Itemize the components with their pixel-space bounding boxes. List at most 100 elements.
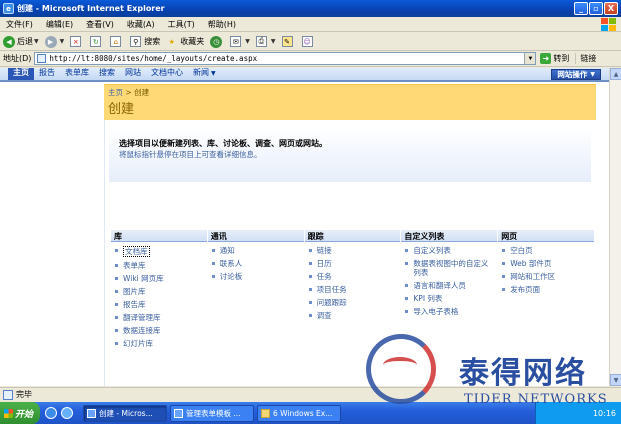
address-label: 地址(D) xyxy=(3,54,32,63)
taskbar-item-create[interactable]: 创建 - Micros... xyxy=(83,404,167,422)
page-status-icon xyxy=(3,389,13,400)
home-button[interactable]: ⌂ xyxy=(110,36,124,47)
clock: 10:16 xyxy=(592,408,616,418)
menu-file[interactable]: 文件(F) xyxy=(6,19,33,30)
bullet-icon xyxy=(115,316,118,319)
address-input[interactable]: http://lt:8080/sites/home/_layouts/creat… xyxy=(34,52,537,65)
create-item-picture-library[interactable]: 图片库 xyxy=(115,287,207,296)
mail-button[interactable]: ✉ ▼ xyxy=(230,36,250,47)
create-item-form-library[interactable]: 表单库 xyxy=(115,261,207,270)
go-arrow-icon: ➜ xyxy=(540,53,552,64)
refresh-button[interactable]: ↻ xyxy=(90,36,104,47)
create-item-report-library[interactable]: 报告库 xyxy=(115,300,207,309)
left-nav-area xyxy=(0,84,104,386)
create-item-custom-list[interactable]: 自定义列表 xyxy=(405,246,497,255)
go-button[interactable]: ➜ 转到 xyxy=(540,53,569,64)
history-button[interactable]: ◷ xyxy=(210,35,224,48)
forward-button[interactable]: ▶ ▼ xyxy=(44,35,65,48)
create-item-document-library[interactable]: 文档库 xyxy=(115,246,207,257)
minimize-button[interactable]: _ xyxy=(574,2,588,15)
vertical-scrollbar[interactable]: ▲ ▼ xyxy=(609,68,621,386)
menu-favorites[interactable]: 收藏(A) xyxy=(127,19,155,30)
bullet-icon xyxy=(115,290,118,293)
ie-window-icon xyxy=(87,408,96,418)
create-item-import-spreadsheet[interactable]: 导入电子表格 xyxy=(405,307,497,316)
create-item-survey[interactable]: 调查 xyxy=(308,311,401,320)
status-bar: 完毕 xyxy=(0,387,621,401)
messenger-button[interactable]: ☺ xyxy=(301,36,316,47)
create-item-slide-library[interactable]: 幻灯片库 xyxy=(115,339,207,348)
search-button[interactable]: ⚲ 搜索 xyxy=(130,36,160,47)
create-item-languages-translators[interactable]: 语言和翻译人员 xyxy=(405,281,497,290)
tab-news[interactable]: 新闻 ▼ xyxy=(188,68,221,80)
refresh-icon: ↻ xyxy=(90,36,102,47)
create-item-wiki-library[interactable]: Wiki 网页库 xyxy=(115,274,207,283)
create-item-basic-page[interactable]: 空白页 xyxy=(502,246,594,255)
menu-view[interactable]: 查看(V) xyxy=(86,19,114,30)
ie-quicklaunch-icon[interactable] xyxy=(45,407,57,419)
create-item-data-connection-library[interactable]: 数据连接库 xyxy=(115,326,207,335)
bullet-icon xyxy=(115,249,118,252)
create-item-custom-list-datasheet[interactable]: 数据表视图中的自定义列表 xyxy=(405,259,497,277)
edit-button[interactable]: ✎ xyxy=(281,36,296,47)
intro-hint: 将鼠标指针悬停在项目上可查看详细信息。 xyxy=(119,150,262,159)
taskbar-item-explorer[interactable]: 6 Windows Ex... xyxy=(257,404,341,422)
create-item-publishing-page[interactable]: 发布页面 xyxy=(502,285,594,294)
create-item-project-tasks[interactable]: 项目任务 xyxy=(308,285,401,294)
back-button[interactable]: ◀ 后退 ▼ xyxy=(3,35,39,48)
breadcrumb-home-link[interactable]: 主页 xyxy=(108,88,123,97)
tab-reports[interactable]: 报告 xyxy=(34,68,60,80)
maximize-button[interactable]: ▫ xyxy=(589,2,603,15)
start-button[interactable]: 开始 xyxy=(0,402,40,424)
site-actions-button[interactable]: 网站操作 ▼ xyxy=(551,69,601,80)
links-button[interactable]: 链接 xyxy=(575,53,596,64)
tab-document-center[interactable]: 文档中心 xyxy=(146,68,188,80)
tab-search[interactable]: 搜索 xyxy=(94,68,120,80)
category-communications: 通讯 通知 联系人 讨论板 xyxy=(207,230,304,386)
search-icon: ⚲ xyxy=(130,36,142,47)
scroll-down-icon[interactable]: ▼ xyxy=(610,374,621,386)
scroll-up-icon[interactable]: ▲ xyxy=(610,68,621,80)
mail-dropdown-icon[interactable]: ▼ xyxy=(245,38,250,45)
create-item-tasks[interactable]: 任务 xyxy=(308,272,401,281)
bullet-icon xyxy=(211,249,215,252)
taskbar-item-form-templates[interactable]: 管理表单模板 ... xyxy=(170,404,254,422)
create-item-calendar[interactable]: 日历 xyxy=(308,259,401,268)
create-item-issue-tracking[interactable]: 问题跟踪 xyxy=(308,298,401,307)
stop-button[interactable]: × xyxy=(70,36,84,47)
tab-sites[interactable]: 网站 xyxy=(120,68,146,80)
tab-home[interactable]: 主页 xyxy=(8,68,34,80)
bullet-icon xyxy=(502,275,506,278)
create-item-web-part-page[interactable]: Web 部件页 xyxy=(502,259,594,268)
bullet-icon xyxy=(115,303,118,306)
create-item-links[interactable]: 链接 xyxy=(308,246,401,255)
desktop-quicklaunch-icon[interactable] xyxy=(61,407,73,419)
address-dropdown-icon[interactable]: ▼ xyxy=(524,53,536,64)
menu-help[interactable]: 帮助(H) xyxy=(208,19,236,30)
create-item-translation-library[interactable]: 翻译管理库 xyxy=(115,313,207,322)
favorites-button[interactable]: ★ 收藏夹 xyxy=(166,36,205,47)
create-item-sites-workspaces[interactable]: 网站和工作区 xyxy=(502,272,594,281)
print-dropdown-icon[interactable]: ▼ xyxy=(271,38,276,45)
sharepoint-top-nav: 主页 报告 表单库 搜索 网站 文档中心 新闻 ▼ 网站操作 ▼ xyxy=(0,68,609,82)
quick-launch xyxy=(45,407,77,419)
create-item-discussion-board[interactable]: 讨论板 xyxy=(211,272,304,281)
bullet-icon xyxy=(308,314,312,317)
close-button[interactable]: X xyxy=(604,2,618,15)
create-item-announcements[interactable]: 通知 xyxy=(211,246,304,255)
tab-form-library[interactable]: 表单库 xyxy=(60,68,94,80)
menu-tools[interactable]: 工具(T) xyxy=(168,19,195,30)
category-web-pages: 网页 空白页 Web 部件页 网站和工作区 发布页面 xyxy=(498,230,594,386)
print-button[interactable]: ⎙ ▼ xyxy=(255,36,276,47)
create-item-kpi-list[interactable]: KPI 列表 xyxy=(405,294,497,303)
create-item-contacts[interactable]: 联系人 xyxy=(211,259,304,268)
page-title: 创建 xyxy=(108,102,135,117)
history-icon: ◷ xyxy=(210,35,223,48)
folder-icon xyxy=(261,408,270,418)
forward-dropdown-icon[interactable]: ▼ xyxy=(60,38,65,45)
breadcrumb-separator: > xyxy=(125,88,132,97)
create-categories: 库 文档库 表单库 Wiki 网页库 图片库 报告库 翻译管理库 数据连接库 幻… xyxy=(111,230,595,386)
back-dropdown-icon[interactable]: ▼ xyxy=(34,38,39,45)
category-libraries: 库 文档库 表单库 Wiki 网页库 图片库 报告库 翻译管理库 数据连接库 幻… xyxy=(111,230,207,386)
menu-edit[interactable]: 编辑(E) xyxy=(46,19,73,30)
